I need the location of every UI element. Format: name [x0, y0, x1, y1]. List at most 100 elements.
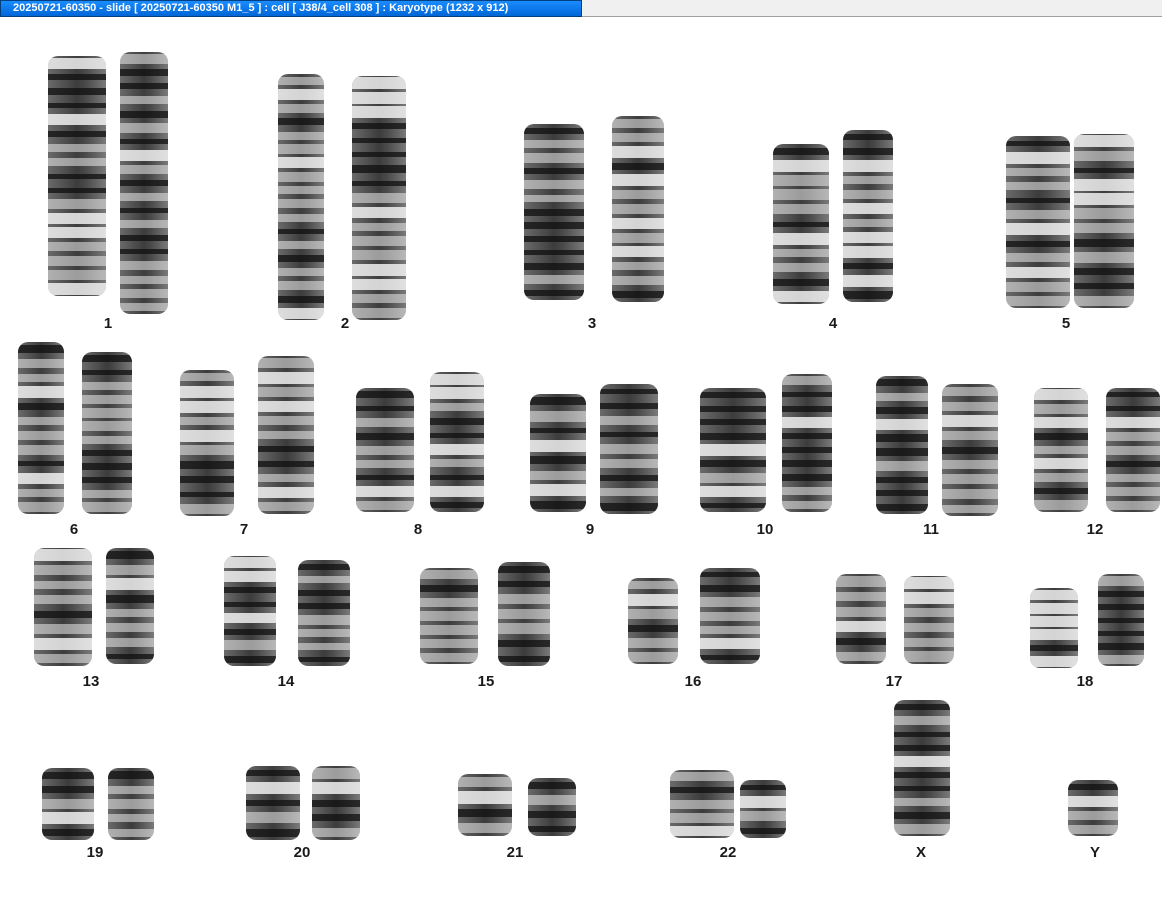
chromosome-16-a[interactable]	[628, 578, 678, 664]
chromosome-band	[18, 403, 64, 410]
chromosome-13-a[interactable]	[34, 548, 92, 666]
window-title[interactable]: 20250721-60350 - slide [ 20250721-60350 …	[0, 0, 582, 17]
chromosome-16-b[interactable]	[700, 568, 760, 664]
chromosome-9-b[interactable]	[600, 384, 658, 514]
chromosome-17-b[interactable]	[904, 576, 954, 664]
chromosome-band	[700, 392, 766, 398]
chromosome-band	[352, 152, 406, 157]
chromosome-band	[612, 246, 664, 257]
chromosome-band	[700, 572, 760, 577]
chromosome-band	[458, 791, 512, 804]
chromosome-12-b[interactable]	[1106, 388, 1160, 512]
chromosome-band	[628, 609, 678, 619]
chromosome-band	[942, 447, 998, 454]
chromosome-19-a[interactable]	[42, 768, 94, 840]
chromosome-band	[278, 281, 324, 290]
chromosome-10-a[interactable]	[700, 388, 766, 512]
chromosome-2-a[interactable]	[278, 74, 324, 320]
chromosome-band	[773, 263, 829, 272]
chromosome-17-a[interactable]	[836, 574, 886, 664]
chromosome-22-b[interactable]	[740, 780, 786, 838]
chromosome-19-b[interactable]	[108, 768, 154, 840]
chromosome-band	[458, 809, 512, 817]
chromosome-5-a[interactable]	[1006, 136, 1070, 308]
chromosome-band	[524, 275, 584, 284]
chromosome-band	[312, 768, 360, 779]
chromosome-1-b[interactable]	[120, 52, 168, 314]
chromosome-18-b[interactable]	[1098, 574, 1144, 666]
chromosome-20-a[interactable]	[246, 766, 300, 840]
chromosome-3-b[interactable]	[612, 116, 664, 302]
chromosome-band	[356, 475, 414, 480]
chromosome-band	[600, 416, 658, 425]
chromosome-6-b[interactable]	[82, 352, 132, 514]
chromosome-7-a[interactable]	[180, 370, 234, 516]
chromosome-6-a[interactable]	[18, 342, 64, 514]
chromosome-band	[700, 585, 760, 592]
chromosome-7-b[interactable]	[258, 356, 314, 514]
chromosome-band	[120, 111, 168, 118]
chromosome-band	[700, 473, 766, 483]
chromosome-band	[180, 504, 234, 514]
chromosome-21-b[interactable]	[528, 778, 576, 836]
chromosome-band	[1106, 432, 1160, 441]
chromosome-13-b[interactable]	[106, 548, 154, 664]
chromosome-band	[700, 503, 766, 508]
chromosome-4-b[interactable]	[843, 130, 893, 302]
chromosome-band	[48, 58, 106, 69]
chromosome-band	[942, 402, 998, 411]
chromosome-band	[843, 219, 893, 227]
chromosome-band	[312, 782, 360, 794]
chromosome-band	[420, 570, 478, 579]
chromosome-band	[34, 595, 92, 604]
chromosome-label: 21	[506, 844, 524, 861]
chromosome-band	[82, 463, 132, 470]
chromosome-band	[278, 308, 324, 319]
chromosome-12-a[interactable]	[1034, 388, 1088, 512]
chromosome-21-a[interactable]	[458, 774, 512, 836]
chromosome-band	[1030, 616, 1078, 627]
chromosome-11-a[interactable]	[876, 376, 928, 514]
chromosome-band	[430, 502, 484, 508]
chromosome-8-b[interactable]	[430, 372, 484, 512]
chromosome-band	[356, 406, 414, 411]
chromosome-14-a[interactable]	[224, 556, 276, 666]
chromosome-band	[1106, 446, 1160, 455]
chromosome-3-a[interactable]	[524, 124, 584, 300]
chromosome-9-a[interactable]	[530, 394, 586, 512]
chromosome-band	[108, 786, 154, 794]
chromosome-1-a[interactable]	[48, 56, 106, 296]
chromosome-band	[700, 419, 766, 425]
chromosome-band	[1074, 252, 1134, 263]
chromosome-x-a[interactable]	[894, 700, 950, 836]
chromosome-20-b[interactable]	[312, 766, 360, 840]
chromosome-15-b[interactable]	[498, 562, 550, 666]
chromosome-band	[82, 395, 132, 404]
chromosome-8-a[interactable]	[356, 388, 414, 512]
chromosome-5-b[interactable]	[1074, 134, 1134, 308]
chromosome-band	[224, 656, 276, 663]
chromosome-band	[352, 138, 406, 143]
chromosome-band	[258, 401, 314, 412]
chromosome-18-a[interactable]	[1030, 588, 1078, 668]
chromosome-4-a[interactable]	[773, 144, 829, 304]
chromosome-y-a[interactable]	[1068, 780, 1118, 836]
chromosome-15-a[interactable]	[420, 568, 478, 664]
chromosome-band	[782, 376, 832, 385]
chromosome-band	[528, 811, 576, 818]
chromosome-label: 2	[340, 315, 350, 332]
chromosome-11-b[interactable]	[942, 384, 998, 516]
chromosome-band	[298, 657, 350, 662]
chromosome-14-b[interactable]	[298, 560, 350, 666]
chromosome-band	[1098, 631, 1144, 636]
chromosome-band	[1034, 446, 1088, 454]
chromosome-band	[246, 829, 300, 837]
chromosome-band	[782, 433, 832, 439]
chromosome-band	[106, 609, 154, 617]
chromosome-band	[278, 144, 324, 154]
chromosome-10-b[interactable]	[782, 374, 832, 512]
chromosome-band	[1106, 461, 1160, 467]
chromosome-22-a[interactable]	[670, 770, 734, 838]
chromosome-band	[120, 180, 168, 186]
chromosome-2-b[interactable]	[352, 76, 406, 320]
